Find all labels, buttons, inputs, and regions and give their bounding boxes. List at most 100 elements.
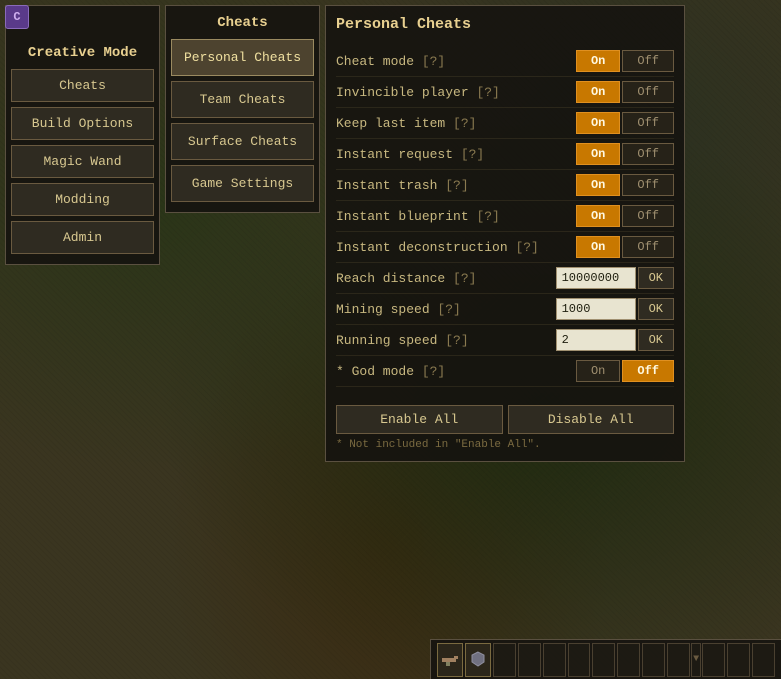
instant-deconstruction-off[interactable]: Off [622, 236, 674, 258]
instant-blueprint-off[interactable]: Off [622, 205, 674, 227]
running-speed-input-group: OK [556, 329, 674, 351]
toolbar-slot-6[interactable] [592, 643, 615, 677]
surface-cheats-button[interactable]: Surface Cheats [171, 123, 314, 160]
god-mode-toggle: On Off [576, 360, 674, 382]
toolbar-slot-7[interactable] [617, 643, 640, 677]
armor-icon [466, 648, 490, 672]
cheat-mode-toggle: On Off [576, 50, 674, 72]
nav-modding-button[interactable]: Modding [11, 183, 154, 216]
running-speed-input[interactable] [556, 329, 636, 351]
instant-request-row: Instant request [?] On Off [336, 139, 674, 170]
toolbar-slot-ext-1[interactable] [727, 643, 750, 677]
cheat-mode-label: Cheat mode [?] [336, 54, 576, 69]
cheat-mode-help[interactable]: [?] [422, 54, 445, 69]
mining-speed-label: Mining speed [?] [336, 302, 556, 317]
toolbar-slot-4[interactable] [543, 643, 566, 677]
invincible-player-toggle: On Off [576, 81, 674, 103]
mining-speed-input[interactable] [556, 298, 636, 320]
invincible-player-help[interactable]: [?] [476, 85, 499, 100]
instant-deconstruction-on[interactable]: On [576, 236, 620, 258]
gun-icon [438, 648, 462, 672]
reach-distance-ok[interactable]: OK [638, 267, 674, 289]
instant-request-off[interactable]: Off [622, 143, 674, 165]
running-speed-ok[interactable]: OK [638, 329, 674, 351]
keep-last-item-off[interactable]: Off [622, 112, 674, 134]
team-cheats-button[interactable]: Team Cheats [171, 81, 314, 118]
toolbar-slot-2[interactable] [493, 643, 516, 677]
toolbar-slot-ext-2[interactable] [752, 643, 775, 677]
instant-trash-off[interactable]: Off [622, 174, 674, 196]
mining-speed-row: Mining speed [?] OK [336, 294, 674, 325]
god-mode-help[interactable]: [?] [422, 364, 445, 379]
bottom-toolbar: ▼ [430, 639, 781, 679]
keep-last-item-help[interactable]: [?] [453, 116, 476, 131]
action-row: Enable All Disable All [336, 397, 674, 434]
reach-distance-input-group: OK [556, 267, 674, 289]
nav-build-options-button[interactable]: Build Options [11, 107, 154, 140]
instant-blueprint-on[interactable]: On [576, 205, 620, 227]
toolbar-slot-ext-0[interactable] [702, 643, 725, 677]
running-speed-label: Running speed [?] [336, 333, 556, 348]
reach-distance-label: Reach distance [?] [336, 271, 556, 286]
reach-distance-help[interactable]: [?] [453, 271, 476, 286]
app-icon: C [5, 5, 29, 29]
mining-speed-input-group: OK [556, 298, 674, 320]
reach-distance-row: Reach distance [?] OK [336, 263, 674, 294]
keep-last-item-row: Keep last item [?] On Off [336, 108, 674, 139]
instant-request-toggle: On Off [576, 143, 674, 165]
running-speed-row: Running speed [?] OK [336, 325, 674, 356]
middle-panel-title: Cheats [171, 11, 314, 39]
mining-speed-ok[interactable]: OK [638, 298, 674, 320]
reach-distance-input[interactable] [556, 267, 636, 289]
invincible-player-label: Invincible player [?] [336, 85, 576, 100]
disable-all-button[interactable]: Disable All [508, 405, 675, 434]
god-mode-row: * God mode [?] On Off [336, 356, 674, 387]
game-settings-button[interactable]: Game Settings [171, 165, 314, 202]
toolbar-scroll-button[interactable]: ▼ [691, 643, 702, 677]
mining-speed-help[interactable]: [?] [437, 302, 460, 317]
god-mode-off[interactable]: Off [622, 360, 674, 382]
instant-trash-help[interactable]: [?] [445, 178, 468, 193]
keep-last-item-label: Keep last item [?] [336, 116, 576, 131]
instant-blueprint-row: Instant blueprint [?] On Off [336, 201, 674, 232]
instant-deconstruction-help[interactable]: [?] [515, 240, 538, 255]
invincible-player-on[interactable]: On [576, 81, 620, 103]
toolbar-slot-5[interactable] [568, 643, 591, 677]
instant-blueprint-label: Instant blueprint [?] [336, 209, 576, 224]
note-text: * Not included in "Enable All". [336, 439, 674, 451]
main-panel: Personal Cheats Cheat mode [?] On Off In… [325, 5, 685, 462]
middle-panel: Cheats Personal Cheats Team Cheats Surfa… [165, 5, 320, 213]
instant-request-on[interactable]: On [576, 143, 620, 165]
toolbar-slot-9[interactable] [667, 643, 690, 677]
cheat-mode-off[interactable]: Off [622, 50, 674, 72]
toolbar-slot-0[interactable] [437, 643, 463, 677]
cheat-mode-on[interactable]: On [576, 50, 620, 72]
enable-all-button[interactable]: Enable All [336, 405, 503, 434]
god-mode-on[interactable]: On [576, 360, 620, 382]
keep-last-item-toggle: On Off [576, 112, 674, 134]
instant-trash-row: Instant trash [?] On Off [336, 170, 674, 201]
instant-request-label: Instant request [?] [336, 147, 576, 162]
invincible-player-off[interactable]: Off [622, 81, 674, 103]
nav-admin-button[interactable]: Admin [11, 221, 154, 254]
instant-trash-on[interactable]: On [576, 174, 620, 196]
toolbar-slot-3[interactable] [518, 643, 541, 677]
instant-request-help[interactable]: [?] [461, 147, 484, 162]
nav-panel: Creative Mode Cheats Build Options Magic… [5, 5, 160, 265]
instant-trash-toggle: On Off [576, 174, 674, 196]
cheat-mode-row: Cheat mode [?] On Off [336, 46, 674, 77]
nav-magic-wand-button[interactable]: Magic Wand [11, 145, 154, 178]
instant-deconstruction-label: Instant deconstruction [?] [336, 240, 576, 255]
toolbar-slot-8[interactable] [642, 643, 665, 677]
main-panel-title: Personal Cheats [336, 16, 674, 41]
toolbar-slot-1[interactable] [465, 643, 491, 677]
invincible-player-row: Invincible player [?] On Off [336, 77, 674, 108]
personal-cheats-button[interactable]: Personal Cheats [171, 39, 314, 76]
nav-panel-title: Creative Mode [11, 41, 154, 69]
instant-trash-label: Instant trash [?] [336, 178, 576, 193]
keep-last-item-on[interactable]: On [576, 112, 620, 134]
running-speed-help[interactable]: [?] [445, 333, 468, 348]
ui-container: Creative Mode Cheats Build Options Magic… [0, 0, 690, 467]
instant-blueprint-help[interactable]: [?] [476, 209, 499, 224]
nav-cheats-button[interactable]: Cheats [11, 69, 154, 102]
